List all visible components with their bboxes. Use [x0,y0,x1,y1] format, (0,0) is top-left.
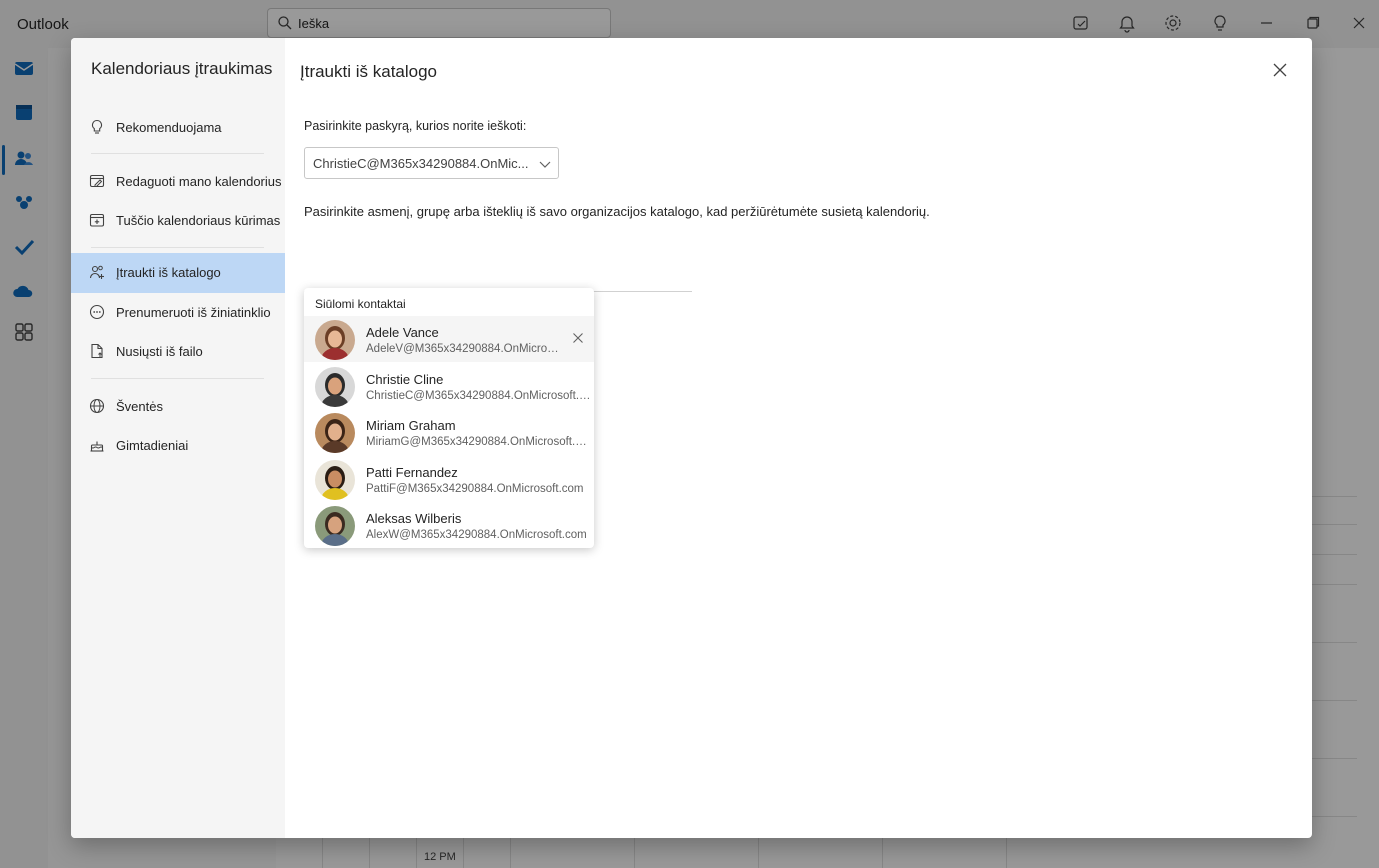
nav-divider [91,247,264,248]
nav-item-label: Tuščio kalendoriaus kūrimas [116,213,281,228]
contact-name: Patti Fernandez [366,465,458,480]
contact-name: Aleksas Wilberis [366,511,462,526]
nav-divider [91,153,264,154]
dialog-nav-title: Kalendoriaus įtraukimas [91,59,273,78]
nav-item-edit-calendars[interactable]: Redaguoti mano kalendorius [71,162,285,202]
file-upload-icon [91,343,103,359]
contact-email: ChristieC@M365x34290884.OnMicrosoft.com [366,390,591,402]
suggestions-dropdown: Siūlomi kontaktai Adele Vance AdeleV@M365… [304,288,594,548]
contact-name: Adele Vance [366,325,439,340]
dialog-title: Įtraukti iš katalogo [300,62,438,81]
avatar [315,460,355,500]
contact-item[interactable]: Aleksas Wilberis AlexW@M365x34290884.OnMi… [304,502,594,548]
edit-calendar-icon [89,174,105,188]
dialog-nav: Kalendoriaus įtraukimas Rekomenduojama R… [71,38,285,838]
contact-name: Christie Cline [366,372,444,387]
close-icon[interactable] [1269,59,1291,81]
cake-icon [90,441,104,452]
account-label: Pasirinkite paskyrą, kurios norite ieško… [304,119,527,133]
avatar [315,413,355,453]
contact-email: AlexW@M365x34290884.OnMicrosoft.com [366,529,587,541]
contact-item[interactable]: Adele Vance AdeleV@M365x34290884.OnMicros… [304,316,594,362]
avatar [315,320,355,360]
nav-item-upload-file[interactable]: Nusiųsti iš failo [71,332,285,372]
contact-email: PattiF@M365x34290884.OnMicrosoft.com [366,483,584,495]
nav-item-label: Prenumeruoti iš žiniatinklio [116,305,271,320]
contact-item[interactable]: Miriam Graham MiriamG@M365x34290884.OnMic… [304,409,594,455]
contact-item[interactable]: Patti Fernandez PattiF@M365x34290884.OnMi… [304,456,594,502]
chevron-down-icon [539,161,551,168]
contact-item[interactable]: Christie Cline ChristieC@M365x34290884.On… [304,363,594,409]
nav-item-recommended[interactable]: Rekomenduojama [71,108,285,148]
link-icon [89,304,105,320]
nav-item-label: Šventės [116,399,163,414]
description-text: Pasirinkite asmenį, grupę arba išteklių … [304,204,930,219]
nav-divider [91,378,264,379]
people-add-icon [89,265,104,279]
add-calendar-icon [89,213,105,227]
remove-icon[interactable] [572,332,584,344]
nav-item-label: Rekomenduojama [116,120,222,135]
nav-item-holidays[interactable]: Šventės [71,387,285,427]
suggestions-header: Siūlomi kontaktai [315,297,406,311]
avatar [315,367,355,407]
nav-item-subscribe-web[interactable]: Prenumeruoti iš žiniatinklio [71,293,285,333]
add-calendar-dialog: Kalendoriaus įtraukimas Rekomenduojama R… [71,38,1312,838]
contact-email: MiriamG@M365x34290884.OnMicrosoft.com [366,436,591,448]
nav-item-label: Įtraukti iš katalogo [116,265,221,280]
nav-item-label: Gimtadieniai [116,438,189,453]
nav-item-label: Redaguoti mano kalendorius [116,174,282,189]
contact-email: AdeleV@M365x34290884.OnMicrosoft.com [366,343,561,355]
nav-item-label: Nusiųsti iš failo [116,344,203,359]
globe-icon [89,398,105,414]
nav-item-birthdays[interactable]: Gimtadieniai [71,426,285,466]
lightbulb-icon [91,119,103,134]
contact-name: Miriam Graham [366,418,456,433]
nav-item-blank-calendar[interactable]: Tuščio kalendoriaus kūrimas [71,201,285,241]
account-value: ChristieC@M365x34290884.OnMic... [313,156,529,171]
nav-item-from-directory[interactable]: Įtraukti iš katalogo [71,253,285,293]
avatar [315,506,355,546]
account-dropdown[interactable]: ChristieC@M365x34290884.OnMic... [304,147,559,179]
